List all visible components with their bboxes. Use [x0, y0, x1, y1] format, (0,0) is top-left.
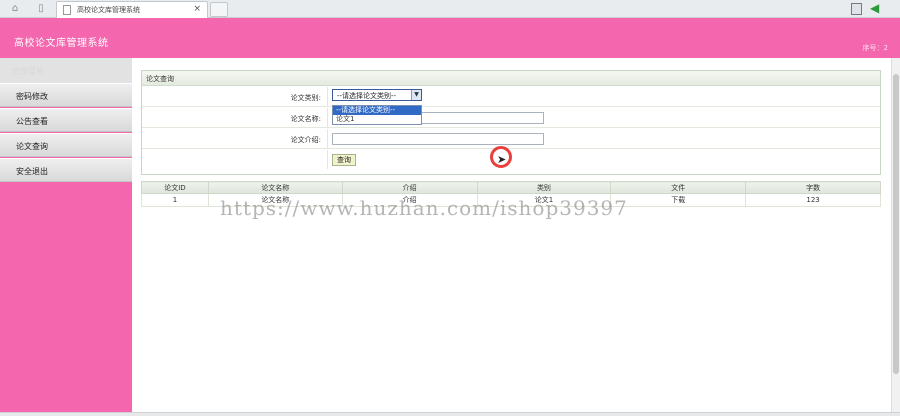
- paper-intro-input[interactable]: [332, 133, 544, 145]
- category-select[interactable]: --请选择论文类别-- ▼: [332, 89, 422, 101]
- download-link[interactable]: 下载: [610, 193, 747, 207]
- name-label-cell: 论文名称:: [142, 108, 328, 127]
- mouse-pointer-icon: ➤: [497, 153, 507, 166]
- category-label-cell: 论文类别:: [142, 87, 328, 106]
- app-title: 高校论文库管理系统: [14, 38, 109, 49]
- page-icon[interactable]: [851, 3, 862, 15]
- category-option[interactable]: --请选择论文类别--: [333, 106, 421, 115]
- sidebar-header: 管理菜单: [0, 58, 132, 83]
- scrollbar-thumb[interactable]: [893, 74, 899, 374]
- browser-toolbar: ⌂ ▯ 高校论文库管理系统 × ◀: [0, 0, 900, 18]
- intro-label: 论文介绍:: [290, 136, 321, 144]
- panel-title-bar: 论文查询: [142, 71, 880, 86]
- panel-title: 论文查询: [146, 75, 174, 83]
- query-button[interactable]: 查询: [332, 154, 356, 166]
- column-header: 字数: [745, 181, 881, 194]
- browser-statusbar: [0, 412, 900, 416]
- cell-id: 1: [141, 193, 209, 207]
- tab-title: 高校论文库管理系统: [77, 6, 140, 14]
- document-icon: [63, 5, 71, 15]
- sidebar-item-change-password[interactable]: 密码修改: [0, 83, 132, 107]
- sidebar-item-label: 公告查看: [16, 117, 48, 126]
- sidebar-item-label: 安全退出: [16, 167, 48, 176]
- category-row: 论文类别: --请选择论文类别-- ▼: [142, 87, 880, 107]
- sidebar-item-label: 密码修改: [16, 92, 48, 101]
- back-arrow-icon[interactable]: ◀: [870, 1, 879, 15]
- vertical-scrollbar[interactable]: [891, 58, 900, 412]
- category-select-value: --请选择论文类别--: [337, 92, 397, 100]
- sidebar: 管理菜单 密码修改 公告查看 论文查询 安全退出: [0, 58, 132, 412]
- watermark-text: https://www.huzhan.com/ishop39397: [220, 196, 628, 220]
- column-header: 类别: [476, 181, 612, 194]
- category-label: 论文类别:: [290, 94, 321, 102]
- column-header: 介绍: [341, 181, 478, 194]
- chevron-down-icon[interactable]: ▼: [411, 90, 421, 100]
- app-header: 高校论文库管理系统 序号：2: [0, 18, 900, 58]
- table-header-row: 论文ID 论文名称 介绍 类别 文件 字数: [141, 181, 881, 194]
- main-content: 论文查询 论文类别: --请选择论文类别-- ▼ 论文名称: 论文介绍: 查询 …: [132, 58, 892, 412]
- sidebar-item-label: 论文查询: [16, 142, 48, 151]
- user-info: 序号：2: [862, 44, 888, 52]
- browser-tab[interactable]: 高校论文库管理系统 ×: [56, 1, 208, 18]
- column-header: 论文ID: [141, 181, 209, 194]
- home-icon[interactable]: ⌂: [8, 2, 22, 16]
- sidebar-header-label: 管理菜单: [12, 67, 44, 76]
- name-label: 论文名称:: [290, 115, 321, 123]
- intro-row: 论文介绍:: [142, 129, 880, 149]
- column-header: 论文名称: [207, 181, 343, 194]
- sidebar-item-paper-search[interactable]: 论文查询: [0, 133, 132, 157]
- tab-close-icon[interactable]: ×: [193, 4, 201, 14]
- sidebar-item-announcements[interactable]: 公告查看: [0, 108, 132, 132]
- category-option[interactable]: 论文1: [333, 115, 421, 124]
- bookmark-icon[interactable]: ▯: [34, 2, 48, 16]
- sidebar-item-logout[interactable]: 安全退出: [0, 158, 132, 182]
- name-row: 论文名称:: [142, 108, 880, 128]
- button-label-cell: [142, 150, 328, 169]
- category-dropdown-list: --请选择论文类别-- 论文1: [332, 105, 422, 125]
- column-header: 文件: [610, 181, 747, 194]
- cell-word-count: 123: [745, 193, 881, 207]
- intro-label-cell: 论文介绍:: [142, 129, 328, 148]
- new-tab-button[interactable]: [210, 2, 228, 17]
